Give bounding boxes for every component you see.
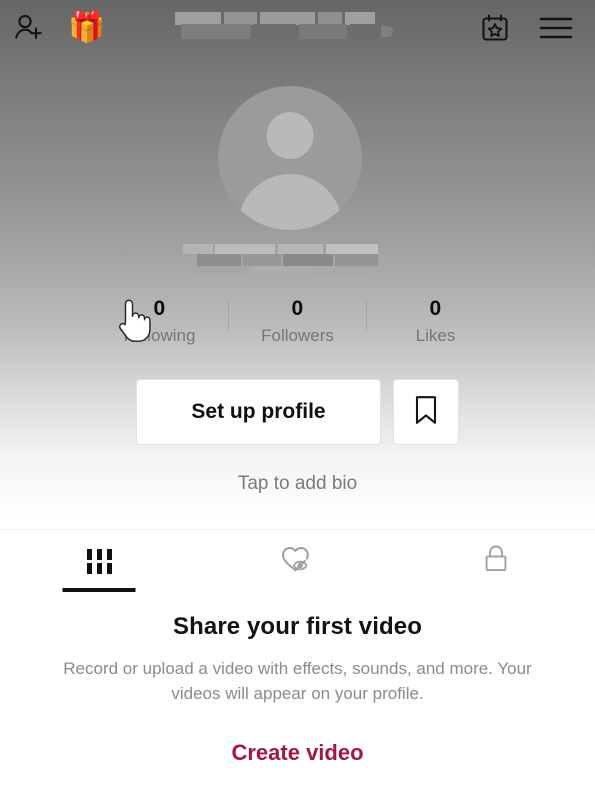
calendar-star-icon[interactable] xyxy=(479,12,511,44)
stat-likes[interactable]: 0 Likes xyxy=(367,296,504,346)
username-redacted xyxy=(175,10,397,42)
stat-followers[interactable]: 0 Followers xyxy=(229,296,366,346)
profile-tab-bar xyxy=(0,529,595,592)
tab-private[interactable] xyxy=(397,530,595,592)
followers-count: 0 xyxy=(291,297,304,320)
grid-icon xyxy=(86,548,112,574)
followers-label: Followers xyxy=(261,326,334,345)
empty-state: Share your first video Record or upload … xyxy=(0,612,595,706)
likes-count: 0 xyxy=(429,297,442,320)
gift-box-icon[interactable]: 🎁 xyxy=(68,13,105,43)
active-tab-underline xyxy=(62,588,136,592)
create-video-button[interactable]: Create video xyxy=(0,740,595,766)
tab-videos[interactable] xyxy=(0,530,198,592)
following-count: 0 xyxy=(153,297,166,320)
stat-following[interactable]: 0 Following xyxy=(91,296,228,346)
set-up-profile-button[interactable]: Set up profile xyxy=(136,379,381,445)
empty-state-title: Share your first video xyxy=(173,613,422,640)
top-bar-right-group xyxy=(479,12,595,44)
tab-liked[interactable] xyxy=(198,530,396,592)
following-label: Following xyxy=(123,326,196,345)
profile-screen: 🎁 0 Following 0 Followers 0 Likes Set up… xyxy=(0,0,595,790)
likes-label: Likes xyxy=(415,326,456,345)
bookmark-icon xyxy=(413,394,439,431)
display-name-redacted xyxy=(183,244,397,274)
heart-hidden-icon xyxy=(279,543,315,580)
add-person-icon[interactable] xyxy=(12,11,46,45)
lock-icon xyxy=(481,543,511,580)
top-bar: 🎁 xyxy=(0,0,595,56)
empty-state-description: Record or upload a video with effects, s… xyxy=(63,659,532,703)
top-bar-left-group: 🎁 xyxy=(0,11,105,45)
profile-stats: 0 Following 0 Followers 0 Likes xyxy=(0,296,595,358)
default-avatar-icon[interactable] xyxy=(218,86,362,230)
avatar-head xyxy=(266,112,314,159)
avatar-body xyxy=(238,174,342,230)
hamburger-menu-icon[interactable] xyxy=(539,13,573,43)
bio-placeholder[interactable]: Tap to add bio xyxy=(0,473,595,495)
bookmark-button[interactable] xyxy=(393,379,459,445)
profile-actions: Set up profile xyxy=(0,379,595,445)
